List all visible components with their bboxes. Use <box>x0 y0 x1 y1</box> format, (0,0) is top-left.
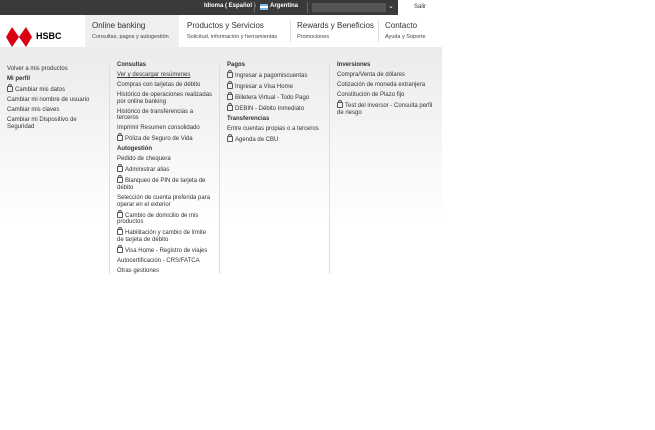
lock-icon <box>117 209 123 218</box>
link-label: Póliza de Seguro de Vida <box>125 136 193 143</box>
divider <box>254 2 255 13</box>
nav-title: Rewards y Beneficios <box>297 21 374 30</box>
link-label: Habilitación y cambio de límite de tarje… <box>117 230 207 244</box>
buy-sell-dollars-link[interactable]: Compra/Venta de dólares <box>337 72 435 79</box>
transfers-link[interactable]: Entre cuentas propias o a terceros <box>227 126 325 133</box>
argentina-flag-icon <box>260 4 268 10</box>
column-divider <box>329 64 330 274</box>
lock-icon <box>117 164 123 173</box>
address-change-link[interactable]: Cambio de domicilio de mis productos <box>117 209 214 227</box>
inversiones-header: Inversiones <box>337 62 371 68</box>
link-label: Ingresar a pagomiscuentas <box>235 72 308 79</box>
nav-divider <box>290 20 291 42</box>
statements-link[interactable]: Ver y descargar resúmenes <box>117 72 214 79</box>
link-label: Ingresar a Visa Home <box>235 83 293 90</box>
change-passwords-link[interactable]: Cambiar mis claves <box>7 107 104 114</box>
nav-productos[interactable]: Productos y Servicios Solicitud, informa… <box>187 15 289 47</box>
link-label: Blanqueo de PIN de tarjeta de débito <box>117 178 206 191</box>
nav-online-banking[interactable]: Online banking Consultas, pagos y autoge… <box>85 15 179 47</box>
print-summary-link[interactable]: Imprimir Resumen consolidado <box>117 125 214 132</box>
lock-icon <box>227 69 233 78</box>
fixed-term-link[interactable]: Constitución de Plazo fijo <box>337 92 435 99</box>
nav-divider <box>378 20 379 42</box>
nav-title: Productos y Servicios <box>187 21 264 30</box>
user-name-box[interactable] <box>312 3 386 12</box>
nav-title: Contacto <box>385 21 418 30</box>
change-security-device-link[interactable]: Cambiar mi Dispositivo de Seguridad <box>7 117 104 131</box>
investor-test-link[interactable]: Test del inversor - Consulta perfil de r… <box>337 99 435 117</box>
debit-limit-link[interactable]: Habilitación y cambio de límite de tarje… <box>117 227 214 244</box>
life-insurance-link[interactable]: Póliza de Seguro de Vida <box>117 133 214 143</box>
preferred-account-link[interactable]: Selección de cuenta preferida para opera… <box>117 195 214 209</box>
logout-button[interactable]: Salir <box>398 0 442 15</box>
column-divider <box>219 64 220 274</box>
debin-link[interactable]: DEBIN - Débito Inmediato <box>227 102 325 113</box>
pagos-column: Pagos Ingresar a pagomiscuentas Ingresar… <box>227 62 325 147</box>
checkbook-request-link[interactable]: Pedido de chequera <box>117 156 214 163</box>
self-certification-link[interactable]: Autocertificación - CRS/FATCA <box>117 258 214 265</box>
column-divider <box>109 64 110 274</box>
top-bar: Idioma ( Español ) Argentina ⌄ Salir <box>0 0 442 15</box>
profile-header: Mi perfil <box>7 75 31 82</box>
link-label: Administrar alias <box>125 167 170 174</box>
profile-column: Volver a mis productos Mi perfil Cambiar… <box>7 66 104 134</box>
lock-icon <box>227 80 233 89</box>
nav-title: Online banking <box>92 21 146 30</box>
lock-icon <box>7 83 13 92</box>
lock-icon <box>117 245 123 254</box>
link-label: Test del inversor - Consulta perfil de r… <box>337 102 433 116</box>
country-selector[interactable]: Argentina <box>270 3 298 9</box>
link-label: DEBIN - Débito Inmediato <box>235 105 305 112</box>
hsbc-hexagon-icon <box>6 27 32 47</box>
brand-name: HSBC <box>36 31 62 41</box>
debit-purchases-link[interactable]: Compras con tarjetas de débito <box>117 82 214 89</box>
lock-icon <box>117 227 123 236</box>
divider <box>307 2 308 13</box>
other-procedures-link[interactable]: Otras gestiones <box>117 268 214 275</box>
nav-subtitle: Ayuda y Soporte <box>385 34 426 40</box>
transfers-history-link[interactable]: Histórico de transferencias a terceros <box>117 109 214 123</box>
language-selector[interactable]: Idioma ( Español ) <box>204 3 256 9</box>
pagos-header: Pagos <box>227 62 246 68</box>
pin-reset-link[interactable]: Blanqueo de PIN de tarjeta de débito <box>117 175 214 192</box>
lock-icon <box>337 99 343 108</box>
cbu-agenda-link[interactable]: Agenda de CBU <box>227 133 325 144</box>
link-label: Cambio de domicilio de mis productos <box>117 212 199 226</box>
chevron-down-icon[interactable]: ⌄ <box>388 2 394 10</box>
lock-icon <box>227 102 233 111</box>
visa-home-link[interactable]: Ingresar a Visa Home <box>227 80 325 91</box>
lock-icon <box>117 175 123 184</box>
link-label: Billetera Virtual - Todo Pago <box>235 94 310 101</box>
nav-subtitle: Promociones <box>297 34 330 40</box>
nav-subtitle: Consultas, pagos y autogestión <box>92 34 169 40</box>
change-data-link[interactable]: Cambiar mis datos <box>7 83 104 94</box>
visa-travel-link[interactable]: Visa Home - Registro de viajes <box>117 245 214 255</box>
link-label: Agenda de CBU <box>235 136 279 143</box>
consultas-header: Consultas <box>117 62 147 68</box>
inversiones-column: Inversiones Compra/Venta de dólares Coti… <box>337 62 435 120</box>
nav-rewards[interactable]: Rewards y Beneficios Promociones <box>297 15 377 47</box>
consultas-column: Consultas Ver y descargar resúmenes Comp… <box>117 62 214 278</box>
currency-quote-link[interactable]: Cotización de moneda extranjera <box>337 82 435 89</box>
operations-history-link[interactable]: Histórico de operaciones realizadas por … <box>117 92 214 106</box>
transferencias-header: Transferencias <box>227 115 270 122</box>
virtual-wallet-link[interactable]: Billetera Virtual - Todo Pago <box>227 91 325 102</box>
manage-alias-link[interactable]: Administrar alias <box>117 164 214 174</box>
pagomiscuentas-link[interactable]: Ingresar a pagomiscuentas <box>227 69 325 80</box>
back-to-products-link[interactable]: Volver a mis productos <box>7 66 104 73</box>
link-label: Visa Home - Registro de viajes <box>125 248 208 255</box>
lock-icon <box>227 133 233 142</box>
lock-icon <box>227 91 233 100</box>
autogestion-header: Autogestión <box>117 146 152 153</box>
link-label: Cambiar mis datos <box>15 86 66 93</box>
lock-icon <box>117 133 123 142</box>
change-username-link[interactable]: Cambiar mi nombre de usuario <box>7 97 104 104</box>
nav-contacto[interactable]: Contacto Ayuda y Soporte <box>385 15 441 47</box>
nav-subtitle: Solicitud, información y herramientas <box>187 34 278 40</box>
